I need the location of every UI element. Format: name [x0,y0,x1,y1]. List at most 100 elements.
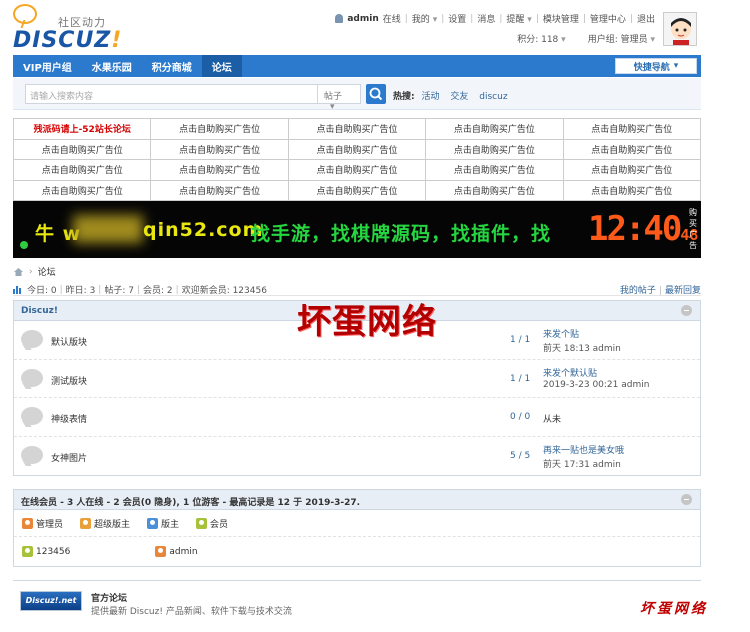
search-scope-select[interactable]: 帖子 ▾ [317,84,361,112]
ad-cell[interactable]: 点击自助购买广告位 [150,159,289,181]
hot-keyword[interactable]: 活动 [421,92,439,102]
hot-keyword[interactable]: 交友 [450,92,468,102]
admin-center-link[interactable]: 管理中心 [590,12,626,25]
forum-count: 1 / 1 [510,335,531,345]
usergroup-menu[interactable]: 用户组: 管理员 ▾ [588,32,655,45]
hot-search: 热搜: 活动 交友 discuz [393,89,516,102]
user-icon [22,517,33,529]
ad-cell[interactable]: 点击自助购买广告位 [562,179,702,201]
search-input[interactable]: 请输入搜索内容 [25,84,318,104]
user-icon [22,546,33,557]
ad-cell[interactable]: 点击自助购买广告位 [12,159,152,181]
forum-name[interactable]: 女神图片 [51,451,87,464]
ad-cell[interactable]: 点击自助购买广告位 [287,159,427,181]
notifications-link[interactable]: 提醒 ▾ [506,12,531,25]
ad-cell[interactable]: 点击自助购买广告位 [150,138,289,160]
ad-cell[interactable]: 残派码请上-52站长论坛 [12,118,152,140]
user-info: 积分: 118 ▾ 用户组: 管理员 ▾ [517,32,655,45]
logo-wordmark: DISCUZ! [13,28,123,53]
username-link[interactable]: admin [347,14,378,24]
breadcrumb-current[interactable]: 论坛 [38,265,56,278]
ad-cell[interactable]: 点击自助购买广告位 [150,179,289,201]
my-menu[interactable]: 我的 ▾ [412,12,437,25]
online-members-box: 在线会员 - 3 人在线 - 2 会员(0 隐身), 1 位游客 - 最高记录是… [13,489,701,567]
hot-keyword[interactable]: discuz [479,92,507,102]
collapse-icon[interactable] [681,494,692,505]
module-manage-link[interactable]: 模块管理 [543,12,579,25]
nav-item-forum[interactable]: 论坛 [201,55,242,77]
search-button[interactable] [366,84,386,104]
online-user-list: 123456 admin [14,536,700,566]
logout-link[interactable]: 退出 [637,12,655,25]
ad-cell[interactable]: 点击自助购买广告位 [425,138,564,160]
chevron-down-icon: ▾ [561,35,566,45]
ad-cell[interactable]: 点击自助购买广告位 [562,159,702,181]
user-icon [335,14,344,23]
online-user[interactable]: admin [155,546,198,557]
ad-cell[interactable]: 点击自助购买广告位 [287,138,427,160]
ad-cell[interactable]: 点击自助购买广告位 [150,118,289,140]
forum-last-title[interactable]: 来发个默认贴 [543,366,597,379]
credits-menu[interactable]: 积分: 118 ▾ [517,32,565,45]
forum-bubble-icon [21,407,43,425]
category-title[interactable]: Discuz! [21,306,58,316]
ad-cell[interactable]: 点击自助购买广告位 [425,118,564,140]
discuz-net-logo[interactable]: Discuz!.net [20,591,82,611]
forum-bubble-icon [21,330,43,348]
legend-label: 版主 [161,519,180,530]
collapse-icon[interactable] [681,305,692,316]
legend-label: 管理员 [36,519,64,530]
led-banner-ad[interactable]: 牛 w qin52.com 找手游，找棋牌源码，找插件，找 12:4048 购买… [13,201,701,258]
quick-nav-button[interactable]: 快捷导航 ▾ [615,58,697,74]
settings-link[interactable]: 设置 [448,12,466,25]
forum-name[interactable]: 神级表情 [51,412,87,425]
user-toolbar: admin 在线 | 我的 ▾ | 设置 | 消息 | 提醒 ▾ | 模块管理 … [335,12,655,25]
forum-last-title[interactable]: 来发个贴 [543,327,579,340]
home-icon[interactable] [13,267,24,277]
nav-item-vip[interactable]: VIP用户组 [13,55,82,77]
chevron-down-icon: ▾ [527,15,532,25]
chart-icon [13,286,21,294]
ad-cell[interactable]: 点击自助购买广告位 [12,179,152,201]
breadcrumb: › 论坛 [13,265,56,278]
online-username[interactable]: 123456 [36,547,70,557]
ad-cell[interactable]: 点击自助购买广告位 [425,159,564,181]
forum-row: 神级表情 0 / 0 从未 [14,398,700,437]
nav-item-mall[interactable]: 积分商城 [142,55,202,77]
forum-last-title[interactable]: 再来一贴也是美女哦 [543,443,624,456]
forum-name[interactable]: 默认版块 [51,335,87,348]
banner-clock: 12:4048 [588,209,699,249]
online-username[interactable]: admin [169,547,197,557]
online-status: 在线 [382,15,401,25]
forum-bubble-icon [21,368,43,387]
banner-blur-mask [73,215,143,243]
user-icon [147,517,159,529]
avatar-face-icon [664,13,696,45]
ad-cell[interactable]: 点击自助购买广告位 [562,118,702,140]
forum-last-none: 从未 [543,415,562,425]
ad-grid: 残派码请上-52站长论坛 点击自助购买广告位 点击自助购买广告位 点击自助购买广… [12,118,702,201]
online-header: 在线会员 - 3 人在线 - 2 会员(0 隐身), 1 位游客 - 最高记录是… [14,490,700,510]
breadcrumb-sep: › [29,266,33,277]
legend-item: 版主 [147,517,179,530]
ad-cell[interactable]: 点击自助购买广告位 [12,138,152,160]
ad-cell[interactable]: 点击自助购买广告位 [287,118,427,140]
quick-nav-label: 快捷导航 [633,62,670,73]
search-icon [369,87,383,101]
forum-last-meta: 前天 17:31 admin [543,459,621,470]
ad-cell[interactable]: 点击自助购买广告位 [287,179,427,201]
ad-cell[interactable]: 点击自助购买广告位 [425,179,564,201]
ad-cell[interactable]: 点击自助购买广告位 [562,138,702,160]
chevron-down-icon: ▾ [432,15,438,25]
link-title[interactable]: 官方论坛 [91,591,127,604]
friend-links-box: Discuz!.net 官方论坛 提供最新 Discuz! 产品新闻、软件下载与… [13,580,701,632]
banner-dot [20,241,28,249]
nav-item-fruit[interactable]: 水果乐园 [82,55,142,77]
link-description: 提供最新 Discuz! 产品新闻、软件下载与技术交流 [91,607,292,617]
messages-link[interactable]: 消息 [477,12,495,25]
avatar[interactable] [663,12,697,46]
legend-label: 会员 [210,519,229,530]
forum-count: 1 / 1 [510,373,531,384]
online-user[interactable]: 123456 [22,546,70,557]
forum-name[interactable]: 测试版块 [51,374,87,387]
